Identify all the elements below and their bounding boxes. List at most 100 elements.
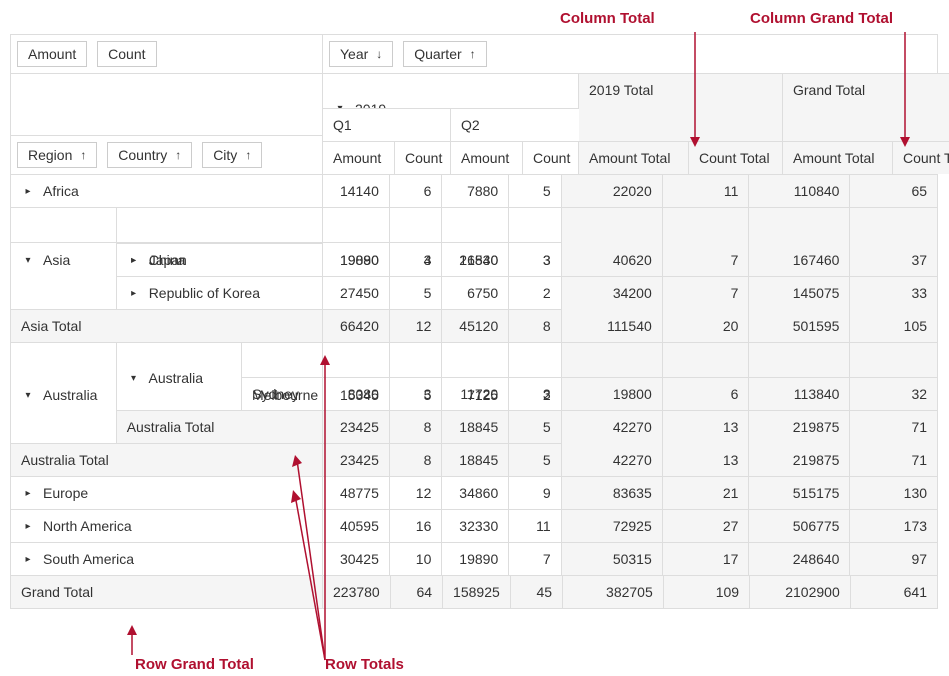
data-cell: 21: [663, 477, 750, 509]
data-cell: 14140: [323, 175, 390, 207]
data-cell: 40595: [323, 510, 390, 542]
row-header-japan[interactable]: ▸Japan: [117, 243, 322, 276]
field-count[interactable]: Count: [97, 41, 156, 67]
data-cell: 2102900: [750, 576, 851, 608]
field-country[interactable]: Country↑: [107, 142, 192, 168]
col-header-amount[interactable]: Amount: [451, 142, 523, 174]
data-cell: 7: [663, 243, 750, 276]
data-cell: 8: [390, 444, 442, 476]
chevron-right-icon[interactable]: ▸: [127, 253, 141, 267]
data-cell: 6: [663, 377, 750, 410]
data-cell: 11720: [442, 377, 509, 410]
field-city[interactable]: City↑: [202, 142, 262, 168]
col-header-q1[interactable]: Q1: [323, 109, 451, 141]
data-cell: 9: [509, 477, 561, 509]
value-fields-area[interactable]: Amount Count: [11, 35, 323, 73]
data-cell: 50315: [562, 543, 663, 575]
data-cell: 8: [390, 410, 442, 443]
data-cell: 2: [509, 276, 561, 309]
table-row: Sydney 8080311720319800611384032: [11, 377, 937, 410]
data-cell: 11: [509, 510, 561, 542]
field-quarter[interactable]: Quarter↑: [403, 41, 486, 67]
row-fields-area[interactable]: Region↑ Country↑ City↑: [11, 135, 323, 174]
data-cell: 40620: [562, 243, 663, 276]
data-cell: 105: [850, 310, 937, 342]
data-cell: 111540: [562, 310, 663, 342]
data-cell: 10: [390, 543, 442, 575]
data-cell: 7880: [442, 175, 509, 207]
data-cell: 219875: [749, 444, 850, 476]
data-cell: 7: [663, 276, 750, 309]
data-cell: 8: [509, 310, 561, 342]
data-cell: 506775: [749, 510, 850, 542]
field-year-label: Year: [340, 46, 368, 62]
table-row: ▸South America 3042510198907503151724864…: [11, 542, 937, 575]
row-header-sydney[interactable]: Sydney: [242, 377, 322, 410]
data-cell: 4: [390, 243, 442, 276]
data-cell: 71: [850, 444, 937, 476]
sort-desc-icon: ↓: [376, 47, 382, 61]
col-header-amount[interactable]: Amount: [323, 142, 395, 174]
col-header-count[interactable]: Count: [523, 142, 579, 174]
row-header-north-america[interactable]: ▸North America: [11, 510, 322, 542]
chevron-right-icon[interactable]: ▸: [127, 286, 141, 300]
field-count-label: Count: [108, 46, 145, 62]
row-header-south-america[interactable]: ▸ South America: [11, 543, 322, 575]
row-header-australia-country-total: Australia Total: [117, 410, 322, 443]
chevron-right-icon[interactable]: ▸: [21, 486, 35, 500]
data-cell: 5: [509, 444, 561, 476]
chevron-right-icon[interactable]: ▸: [21, 519, 35, 533]
col-header-amount-total[interactable]: Amount Total: [579, 142, 689, 174]
data-cell: 219875: [749, 410, 850, 443]
col-header-amount-total[interactable]: Amount Total: [783, 142, 893, 174]
row-header-rok[interactable]: ▸Republic of Korea: [117, 276, 322, 309]
data-cell: 167460: [749, 243, 850, 276]
col-header-count-total[interactable]: Count Total: [689, 142, 783, 174]
row-label: South America: [43, 551, 134, 567]
row-total-asia: Asia Total 66420124512081115402050159510…: [11, 309, 937, 342]
data-cell: 173: [850, 510, 937, 542]
row-header-grand-total: Grand Total: [11, 576, 322, 608]
annotation-row-grand-total: Row Grand Total: [135, 656, 254, 673]
column-fields-area[interactable]: Year ↓ Quarter↑: [323, 35, 937, 73]
table-row: ▸Japan 19080421540340620716746037: [11, 242, 937, 276]
col-header-year-total[interactable]: 2019 Total: [579, 74, 783, 143]
pivot-grid: Amount Count Year ↓ Quarter↑ Region↑ Coun…: [10, 34, 938, 609]
data-cell: 18845: [442, 444, 509, 476]
col-header-q2[interactable]: Q2: [451, 109, 579, 141]
data-cell: 158925: [443, 576, 511, 608]
data-cell: 515175: [749, 477, 850, 509]
field-amount[interactable]: Amount: [17, 41, 87, 67]
sort-asc-icon: ↑: [175, 148, 181, 162]
data-cell: 113840: [749, 377, 850, 410]
row-header-europe[interactable]: ▸Europe: [11, 477, 322, 509]
data-cell: 17: [663, 543, 750, 575]
row-header-africa[interactable]: ▸Africa: [11, 175, 322, 207]
data-cell: 64: [391, 576, 443, 608]
annotation-column-total: Column Total: [560, 10, 655, 27]
data-cell: 16: [390, 510, 442, 542]
field-year[interactable]: Year ↓: [329, 41, 393, 67]
col-header-count[interactable]: Count: [395, 142, 451, 174]
data-cell: 20: [663, 310, 750, 342]
data-cell: 42270: [562, 410, 663, 443]
data-cell: 21540: [442, 243, 509, 276]
chevron-right-icon[interactable]: ▸: [21, 184, 35, 198]
col-header-grand-total[interactable]: Grand Total: [783, 74, 949, 143]
data-cell: 19890: [442, 543, 509, 575]
row-grand-total: Grand Total 2237806415892545382705109210…: [11, 575, 937, 608]
sort-asc-icon: ↑: [470, 47, 476, 61]
data-cell: 42270: [562, 444, 663, 476]
table-row: ▸North America 4059516323301172925275067…: [11, 509, 937, 542]
data-cell: 97: [850, 543, 937, 575]
chevron-right-icon[interactable]: ▸: [21, 552, 35, 566]
col-header-count-total[interactable]: Count Total: [893, 142, 949, 174]
row-header-asia-total: Asia Total: [11, 310, 322, 342]
data-cell: 23425: [323, 444, 390, 476]
data-cell: 223780: [323, 576, 391, 608]
data-cell: 110840: [749, 175, 850, 207]
data-cell: 27450: [323, 276, 390, 309]
field-region[interactable]: Region↑: [17, 142, 97, 168]
data-cell: 83635: [562, 477, 663, 509]
data-cell: 23425: [323, 410, 390, 443]
